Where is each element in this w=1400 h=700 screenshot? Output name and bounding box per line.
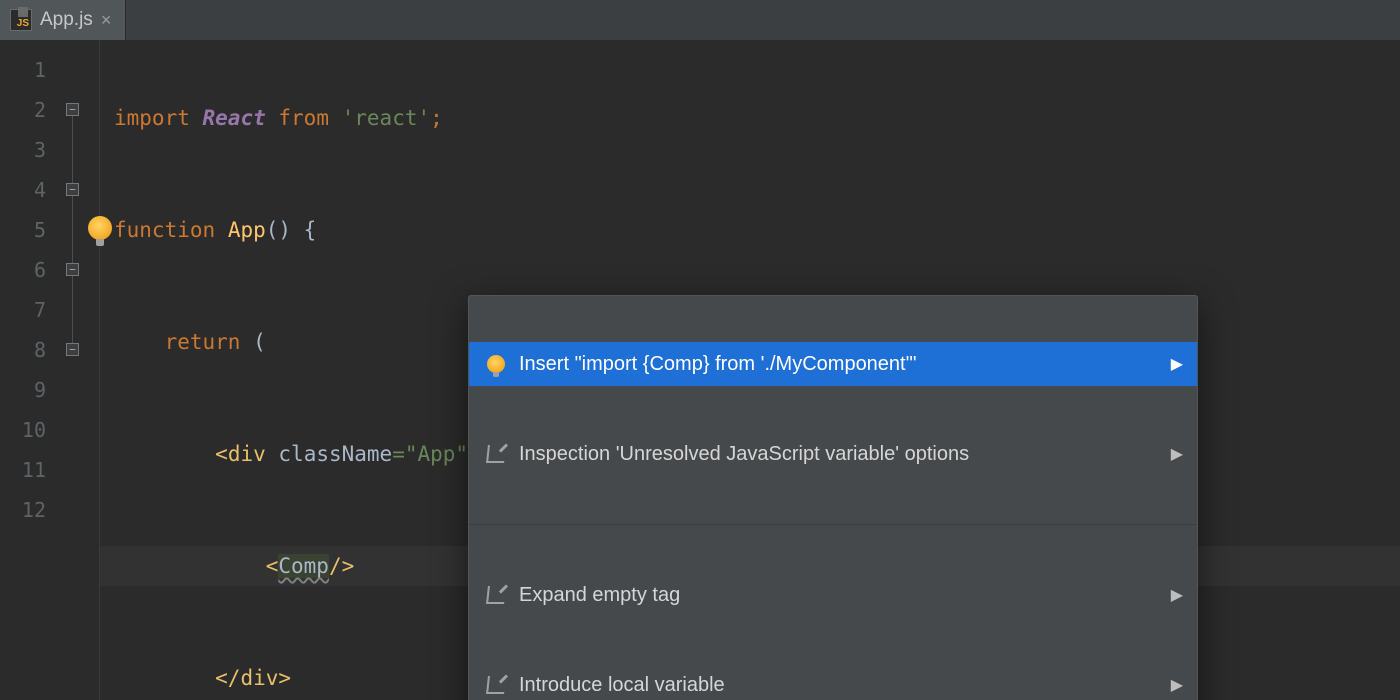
line-number: 11 (0, 450, 60, 490)
intention-item-introduce-local-variable[interactable]: Introduce local variable ▶ (469, 663, 1197, 700)
intention-item-insert-import[interactable]: Insert "import {Comp} from './MyComponen… (469, 342, 1197, 386)
submenu-arrow-icon: ▶ (1171, 444, 1183, 464)
fold-toggle-icon[interactable]: − (66, 103, 79, 116)
submenu-arrow-icon: ▶ (1171, 585, 1183, 605)
intention-item-expand-empty-tag[interactable]: Expand empty tag ▶ (469, 573, 1197, 617)
line-number-gutter: 1 2 3 4 5 6 7 8 9 10 11 12 (0, 40, 60, 700)
line-number: 2 (0, 90, 60, 130)
editor: 1 2 3 4 5 6 7 8 9 10 11 12 − − − − impor… (0, 40, 1400, 700)
line-number: 7 (0, 290, 60, 330)
line-number: 6 (0, 250, 60, 290)
line-number: 3 (0, 130, 60, 170)
fold-toggle-icon[interactable]: − (66, 183, 79, 196)
submenu-arrow-icon: ▶ (1171, 354, 1183, 374)
js-file-icon: JS (10, 9, 32, 31)
tab-filename: App.js (40, 9, 93, 31)
line-number: 10 (0, 410, 60, 450)
line-number: 8 (0, 330, 60, 370)
code-line[interactable]: function App() { (100, 210, 1400, 250)
intention-popup: Insert "import {Comp} from './MyComponen… (468, 295, 1198, 700)
refactor-icon (483, 676, 509, 694)
intention-item-inspection-options[interactable]: Inspection 'Unresolved JavaScript variab… (469, 432, 1197, 476)
fold-gutter: − − − − (60, 40, 100, 700)
edit-icon (483, 586, 509, 604)
fold-end-icon[interactable]: − (66, 343, 79, 356)
close-tab-icon[interactable]: × (101, 11, 112, 29)
code-area[interactable]: import React from 'react'; function App(… (100, 40, 1400, 700)
line-number: 12 (0, 490, 60, 530)
line-number: 4 (0, 170, 60, 210)
code-line[interactable]: import React from 'react'; (100, 98, 1400, 138)
tab-strip: JS App.js × (0, 0, 1400, 40)
unresolved-reference[interactable]: Comp (278, 554, 329, 578)
line-number: 9 (0, 370, 60, 410)
lightbulb-icon (483, 355, 509, 373)
intention-label: Expand empty tag (509, 584, 1171, 607)
line-number: 1 (0, 50, 60, 90)
line-number: 5 (0, 210, 60, 250)
intention-label: Inspection 'Unresolved JavaScript variab… (509, 443, 1171, 466)
file-tab[interactable]: JS App.js × (0, 0, 126, 40)
edit-icon (483, 445, 509, 463)
intention-label: Insert "import {Comp} from './MyComponen… (509, 353, 1171, 376)
submenu-arrow-icon: ▶ (1171, 675, 1183, 695)
separator (469, 524, 1197, 525)
fold-end-icon[interactable]: − (66, 263, 79, 276)
intention-label: Introduce local variable (509, 674, 1171, 697)
